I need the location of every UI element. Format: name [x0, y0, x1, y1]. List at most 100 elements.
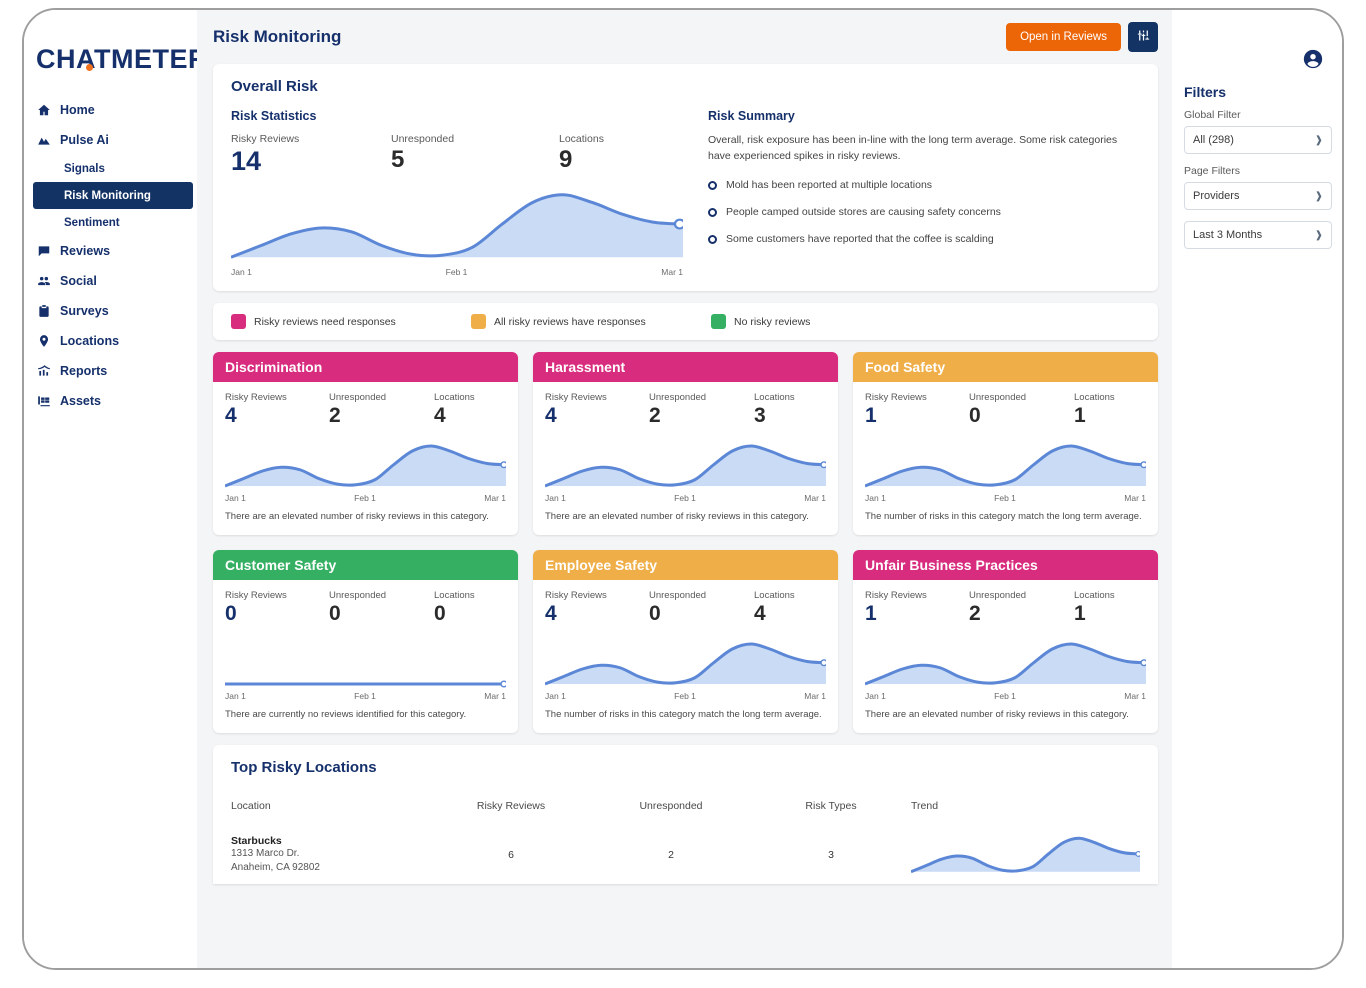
- stat-risky-reviews: Risky Reviews 1: [865, 590, 969, 625]
- category-title: Employee Safety: [545, 557, 657, 573]
- logo-dot: [86, 64, 93, 71]
- stat-unresponded: Unresponded0: [649, 590, 754, 625]
- clipboard-icon: [36, 304, 51, 319]
- overall-risk-sparkline: Jan 1 Feb 1 Mar 1: [231, 187, 683, 277]
- category-title: Unfair Business Practices: [865, 557, 1038, 573]
- chevron-down-icon: ❱: [1315, 135, 1323, 146]
- stat-label: Locations: [434, 392, 475, 403]
- category-body: Risky Reviews4Unresponded2Locations3Jan …: [533, 382, 838, 535]
- legend-item-needs-responses: Risky reviews need responses: [231, 314, 471, 329]
- stat-value: 4: [225, 405, 329, 427]
- home-icon: [36, 103, 51, 118]
- sidebar-item-surveys[interactable]: Surveys: [24, 296, 197, 326]
- stat-risky-reviews: Risky Reviews4: [545, 392, 649, 427]
- app-logo: CHATMETER: [24, 44, 197, 75]
- stat-label: Risky Reviews: [545, 590, 649, 601]
- stat-label: Unresponded: [391, 133, 559, 145]
- sidebar-item-signals[interactable]: Signals: [24, 155, 197, 182]
- cell-location: Starbucks 1313 Marco Dr. Anaheim, CA 928…: [231, 834, 431, 884]
- providers-filter-select[interactable]: Providers ❱: [1184, 182, 1332, 210]
- sidebar-item-pulse-ai[interactable]: Pulse Ai: [24, 125, 197, 155]
- stat-value: 1: [865, 405, 969, 427]
- category-body: Risky Reviews0Unresponded0Locations0 Jan …: [213, 580, 518, 733]
- stat-value: 1: [865, 603, 969, 625]
- location-address-line2: Anaheim, CA 92802: [231, 861, 431, 875]
- risk-summary-title: Risk Summary: [708, 109, 1140, 123]
- sidebar-item-locations[interactable]: Locations: [24, 326, 197, 356]
- stat-label: Risky Reviews: [225, 590, 329, 601]
- legend-item-all-responded: All risky reviews have responses: [471, 314, 711, 329]
- account-avatar[interactable]: [1302, 48, 1324, 70]
- stat-label: Locations: [559, 133, 604, 145]
- legend-swatch: [471, 314, 486, 329]
- axis-end: Mar 1: [1124, 493, 1146, 503]
- table-header-row: Location Risky Reviews Unresponded Risk …: [231, 790, 1140, 834]
- bar-chart-icon: [36, 364, 51, 379]
- stat-value: 2: [329, 405, 434, 427]
- axis-start: Jan 1: [225, 691, 246, 701]
- axis-mid: Feb 1: [674, 691, 696, 701]
- risk-statistics-title: Risk Statistics: [231, 109, 683, 123]
- stat-label: Unresponded: [329, 590, 434, 601]
- legend-swatch: [231, 314, 246, 329]
- category-stats: Risky Reviews1Unresponded0Locations1: [865, 392, 1146, 427]
- sidebar-item-home[interactable]: Home: [24, 95, 197, 125]
- stat-locations: Locations1: [1074, 392, 1115, 427]
- filter-settings-button[interactable]: [1128, 22, 1158, 52]
- bullet-text: Some customers have reported that the co…: [726, 233, 994, 245]
- risk-category-card[interactable]: Unfair Business Practices Risky Reviews 1U…: [853, 550, 1158, 733]
- category-body: Risky Reviews1Unresponded0Locations1Jan …: [853, 382, 1158, 535]
- category-title: Discrimination: [225, 359, 322, 375]
- risk-category-card[interactable]: Customer SafetyRisky Reviews0Unresponded…: [213, 550, 518, 733]
- global-filter-select[interactable]: All (298) ❱: [1184, 126, 1332, 154]
- location-address-line1: 1313 Marco Dr.: [231, 847, 431, 861]
- axis-mid: Feb 1: [446, 267, 468, 277]
- risk-category-card[interactable]: Harassment Risky Reviews4Unresponded2Loca…: [533, 352, 838, 535]
- legend-label: No risky reviews: [734, 316, 810, 328]
- pulse-icon: [36, 133, 51, 148]
- risk-statistics-panel: Risk Statistics Risky Reviews 14 Unrespo…: [231, 109, 683, 277]
- table-row[interactable]: Starbucks 1313 Marco Dr. Anaheim, CA 928…: [231, 834, 1140, 884]
- sidebar-item-label: Social: [60, 274, 97, 288]
- sidebar-item-risk-monitoring[interactable]: Risk Monitoring: [33, 182, 193, 209]
- date-range-filter-value: Last 3 Months: [1193, 229, 1262, 241]
- open-in-reviews-button[interactable]: Open in Reviews: [1006, 23, 1121, 51]
- stat-locations: Locations0: [434, 590, 475, 625]
- axis-mid: Feb 1: [994, 691, 1016, 701]
- sidebar-item-assets[interactable]: Assets: [24, 386, 197, 416]
- date-range-filter-select[interactable]: Last 3 Months ❱: [1184, 221, 1332, 249]
- bullet-ring-icon: [708, 208, 717, 217]
- overall-risk-title: Overall Risk: [231, 78, 1140, 95]
- sidebar-item-sentiment[interactable]: Sentiment: [24, 209, 197, 236]
- risk-category-card[interactable]: Food SafetyRisky Reviews1Unresponded0Loc…: [853, 352, 1158, 535]
- sidebar-item-social[interactable]: Social: [24, 266, 197, 296]
- sidebar-item-reports[interactable]: Reports: [24, 356, 197, 386]
- app-screen: CHATMETER Home Pulse Ai Signals Risk Mon…: [24, 10, 1342, 968]
- axis-mid: Feb 1: [354, 493, 376, 503]
- legend-label: All risky reviews have responses: [494, 316, 646, 328]
- sidebar-item-label: Surveys: [60, 304, 109, 318]
- axis-start: Jan 1: [231, 267, 252, 277]
- row-trend-sparkline: [911, 834, 1140, 876]
- stat-unresponded: Unresponded 5: [391, 133, 559, 175]
- top-risky-locations-card: Top Risky Locations Location Risky Revie…: [213, 745, 1158, 884]
- col-risk-types: Risk Types: [751, 790, 911, 834]
- top-risky-title: Top Risky Locations: [231, 759, 1140, 776]
- bullet-text: People camped outside stores are causing…: [726, 206, 1001, 218]
- stat-unresponded: Unresponded2: [969, 590, 1074, 625]
- category-title: Harassment: [545, 359, 625, 375]
- stat-unresponded: Unresponded2: [329, 392, 434, 427]
- sidebar-item-reviews[interactable]: Reviews: [24, 236, 197, 266]
- col-location: Location: [231, 790, 431, 834]
- risk-category-card[interactable]: DiscriminationRisky Reviews4Unresponded2…: [213, 352, 518, 535]
- sparkline-axis: Jan 1Feb 1Mar 1: [225, 691, 506, 701]
- stat-locations: Locations1: [1074, 590, 1115, 625]
- stat-label: Risky Reviews: [865, 590, 969, 601]
- axis-end: Mar 1: [804, 493, 826, 503]
- stat-locations: Locations4: [754, 590, 795, 625]
- category-note: There are an elevated number of risky re…: [865, 708, 1146, 722]
- category-header: Harassment: [533, 352, 838, 382]
- global-filter-value: All (298): [1193, 134, 1234, 146]
- category-stats: Risky Reviews0Unresponded0Locations0: [225, 590, 506, 625]
- risk-category-card[interactable]: Employee SafetyRisky Reviews4Unresponded…: [533, 550, 838, 733]
